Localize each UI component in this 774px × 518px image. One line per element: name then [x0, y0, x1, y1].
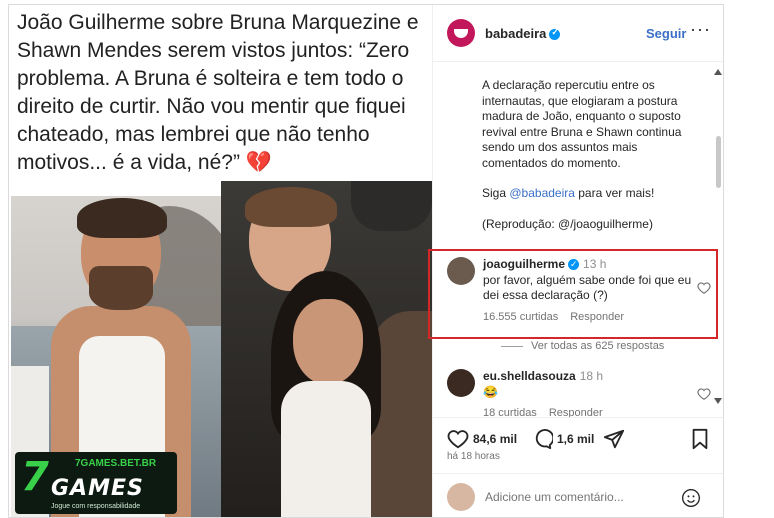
- like-heart-icon[interactable]: [447, 428, 469, 450]
- comments-count[interactable]: 1,6 mil: [557, 432, 594, 446]
- comment-username[interactable]: joaoguilherme: [483, 257, 565, 271]
- more-horizontal-icon[interactable]: ···: [690, 19, 711, 40]
- follow-button[interactable]: Seguir: [646, 26, 686, 41]
- comment-likes[interactable]: 16.555 curtidas: [483, 311, 558, 323]
- verified-badge-icon: [568, 257, 580, 273]
- comment-time: 13 h: [583, 257, 607, 271]
- heart-icon[interactable]: [697, 281, 711, 295]
- verified-badge-icon: [549, 27, 561, 41]
- comment-input[interactable]: [485, 490, 685, 504]
- scrollbar-thumb[interactable]: [716, 136, 721, 188]
- scroll-down-arrow-icon[interactable]: [714, 398, 722, 404]
- photo-bruna-shawn: [221, 181, 432, 517]
- post-header: babadeira Seguir ···: [433, 5, 723, 62]
- avatar[interactable]: [447, 369, 475, 397]
- post-caption: A declaração repercutiu entre os interna…: [482, 78, 682, 231]
- comment-text: por favor, alguém sabe onde foi que eu d…: [483, 272, 692, 303]
- likes-count[interactable]: 84,6 mil: [473, 432, 517, 446]
- heart-icon[interactable]: [697, 387, 711, 401]
- avatar[interactable]: [447, 257, 475, 285]
- comment-username[interactable]: eu.shelldasouza: [483, 369, 576, 383]
- add-comment-bar: [433, 473, 723, 517]
- comment-time: 18 h: [579, 369, 604, 383]
- reply-button[interactable]: Responder: [570, 311, 624, 323]
- avatar: [447, 483, 475, 511]
- post-date: há 18 horas: [447, 451, 500, 462]
- post-sidebar: babadeira Seguir ··· A declaração reperc…: [428, 5, 723, 517]
- headline-text: João Guilherme sobre Bruna Marquezine e …: [17, 11, 419, 174]
- share-send-icon[interactable]: [603, 428, 625, 450]
- instagram-post: João Guilherme sobre Bruna Marquezine e …: [8, 4, 724, 518]
- bookmark-icon[interactable]: [690, 428, 710, 450]
- comment-text: 😂: [483, 384, 498, 399]
- mention-link[interactable]: @babadeira: [509, 186, 575, 200]
- comment-bubble-icon[interactable]: [531, 428, 553, 450]
- scroll-up-arrow-icon[interactable]: [714, 69, 722, 75]
- emoji-icon[interactable]: [681, 488, 701, 508]
- avatar[interactable]: [447, 19, 475, 47]
- author-username[interactable]: babadeira: [485, 26, 561, 41]
- post-media[interactable]: João Guilherme sobre Bruna Marquezine e …: [9, 5, 432, 517]
- 7games-watermark-logo: 7 7GAMES.BET.BR GAMES Jogue com responsa…: [15, 452, 177, 514]
- view-replies-link[interactable]: Ver todas as 625 respostas: [501, 340, 664, 352]
